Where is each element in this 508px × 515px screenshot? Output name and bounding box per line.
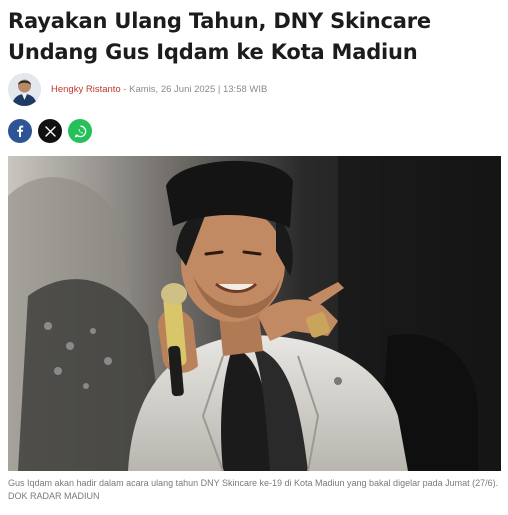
photo-caption: Gus Iqdam akan hadir dalam acara ulang t… (8, 478, 499, 501)
article: Rayakan Ulang Tahun, DNY Skincare Undang… (0, 0, 508, 515)
article-meta: Hengky Ristanto - Kamis, 26 Juni 2025 | … (8, 72, 503, 106)
author-avatar[interactable] (8, 72, 41, 106)
share-whatsapp-button[interactable] (68, 119, 92, 143)
photo-scene (8, 156, 501, 471)
byline: Hengky Ristanto - Kamis, 26 Juni 2025 | … (51, 84, 267, 95)
article-photo[interactable] (8, 156, 501, 471)
article-headline: Rayakan Ulang Tahun, DNY Skincare Undang… (8, 9, 431, 64)
share-facebook-button[interactable] (8, 119, 32, 143)
whatsapp-icon (74, 125, 86, 137)
byline-separator: - (120, 83, 130, 95)
author-avatar-image (8, 72, 41, 106)
publish-date: Kamis, 26 Juni 2025 | 13:58 WIB (129, 83, 268, 95)
x-icon (44, 125, 56, 137)
author-link[interactable]: Hengky Ristanto (51, 84, 121, 95)
share-x-button[interactable] (38, 119, 62, 143)
share-bar (8, 119, 92, 143)
facebook-icon (17, 125, 24, 137)
